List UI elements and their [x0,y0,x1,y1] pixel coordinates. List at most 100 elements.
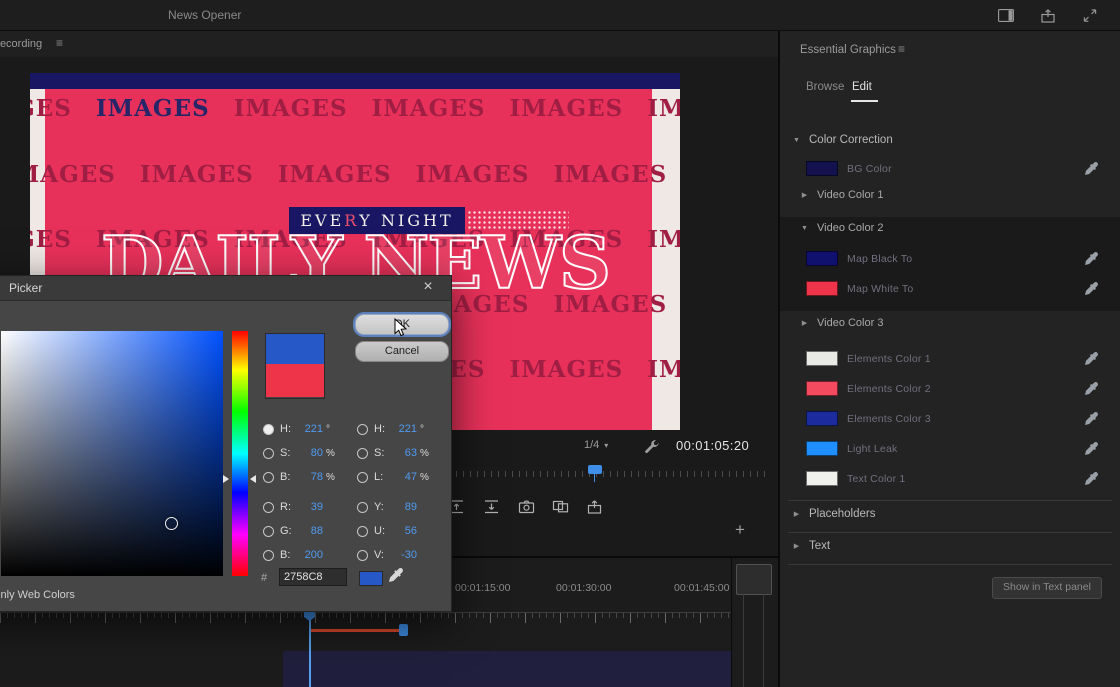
eyedropper-icon[interactable] [1085,472,1098,485]
field-red[interactable]: R: 39 [263,500,338,514]
timeline-selected-clip-bar[interactable] [310,629,402,632]
field-value[interactable]: 80 [296,447,323,459]
close-icon[interactable]: × [419,278,437,296]
radio-button[interactable] [357,448,368,459]
color-swatch[interactable] [806,411,838,426]
field-value[interactable]: 63 [390,447,417,459]
color-swatch[interactable] [806,381,838,396]
hue-slider-arrow-right[interactable] [250,475,256,483]
field-value[interactable]: 47 [390,471,417,483]
field-value[interactable]: 89 [390,501,417,513]
field-value[interactable]: 88 [296,525,323,537]
field-yuv-y[interactable]: Y: 89 [357,500,432,514]
group-video-color-1[interactable]: ▶ Video Color 1 [800,189,883,201]
field-green[interactable]: G: 88 [263,524,338,538]
timeline-ruler[interactable] [0,612,731,624]
radio-button[interactable] [357,502,368,513]
field-hsl-s[interactable]: S: 63 % [357,446,432,460]
color-swatch[interactable] [806,251,838,266]
radio-button[interactable] [357,424,368,435]
fullscreen-icon[interactable] [1082,8,1098,23]
saturation-brightness-field[interactable] [1,331,223,576]
tab-edit[interactable]: Edit [852,81,872,93]
field-value[interactable]: 221 [296,423,323,435]
field-value[interactable]: 78 [296,471,323,483]
workspace-icon[interactable] [998,8,1014,23]
chevron-down-icon[interactable]: ▼ [792,137,801,144]
hex-input[interactable] [279,568,347,586]
export-frame-icon[interactable] [518,499,535,514]
panel-menu-icon[interactable]: ≡ [56,36,63,50]
chevron-right-icon[interactable]: ▶ [800,191,809,199]
row-text-color-1[interactable]: Text Color 1 [806,470,905,487]
field-value[interactable]: -30 [390,549,417,561]
color-swatch[interactable] [806,351,838,366]
tab-recording[interactable]: Recording [0,38,42,50]
radio-button[interactable] [357,550,368,561]
section-color-correction[interactable]: ▼ Color Correction [792,134,893,146]
comparison-view-icon[interactable] [552,499,569,514]
field-value[interactable]: 39 [296,501,323,513]
color-field-selector[interactable] [165,517,178,530]
radio-button[interactable] [263,472,274,483]
cancel-button[interactable]: Cancel [355,341,449,362]
eyedropper-icon[interactable] [1085,352,1098,365]
field-hsl-l[interactable]: L: 47 % [357,470,432,484]
share-export-icon[interactable] [1040,8,1056,23]
field-hsl-h[interactable]: H: 221 ° [357,422,432,436]
color-swatch[interactable] [806,441,838,456]
timeline-clip-handle[interactable] [399,624,408,636]
field-hue[interactable]: H: 221 ° [263,422,338,436]
radio-button[interactable] [263,448,274,459]
chevron-down-icon[interactable]: ▼ [800,225,809,232]
field-yuv-u[interactable]: U: 56 [357,524,432,538]
hue-slider-arrow-left[interactable] [223,475,229,483]
eyedropper-icon[interactable] [1085,412,1098,425]
current-timecode[interactable]: 00:01:05:20 [676,438,749,453]
row-elements-color-3[interactable]: Elements Color 3 [806,410,931,427]
section-placeholders[interactable]: ▶ Placeholders [792,508,875,520]
settings-wrench-icon[interactable] [645,440,659,454]
only-web-colors-label[interactable]: Only Web Colors [0,589,75,601]
panel-menu-icon[interactable]: ≡ [898,42,905,56]
dialog-title-bar[interactable]: Picker × [0,276,451,301]
hue-slider[interactable] [232,331,248,576]
eyedropper-icon[interactable] [1085,282,1098,295]
row-map-white-to[interactable]: Map White To [806,280,913,297]
button-editor-plus[interactable]: + [735,520,745,540]
eyedropper-icon[interactable] [1085,252,1098,265]
timeline-scrollbar-thumb[interactable] [736,564,772,595]
color-swatch[interactable] [806,471,838,486]
color-swatch[interactable] [806,161,838,176]
field-value[interactable]: 221 [390,423,417,435]
radio-button[interactable] [263,550,274,561]
tab-browse[interactable]: Browse [806,81,844,93]
row-elements-color-1[interactable]: Elements Color 1 [806,350,931,367]
extract-icon[interactable] [483,499,500,514]
show-in-text-panel-button[interactable]: Show in Text panel [992,577,1102,599]
radio-button[interactable] [263,424,274,435]
row-elements-color-2[interactable]: Elements Color 2 [806,380,931,397]
field-yuv-v[interactable]: V: -30 [357,548,432,562]
section-text[interactable]: ▶ Text [792,540,830,552]
monitor-playhead-handle[interactable] [588,465,602,474]
radio-button[interactable] [357,526,368,537]
field-value[interactable]: 56 [390,525,417,537]
field-brightness[interactable]: B: 78 % [263,470,338,484]
eyedropper-icon[interactable] [1085,162,1098,175]
radio-button[interactable] [263,526,274,537]
playback-resolution-select[interactable]: 1/4 ▾ [584,439,608,451]
export-icon[interactable] [586,499,603,514]
chevron-right-icon[interactable]: ▶ [792,542,801,550]
radio-button[interactable] [263,502,274,513]
field-value[interactable]: 200 [296,549,323,561]
row-bg-color[interactable]: BG Color [806,160,892,177]
group-video-color-3[interactable]: ▶ Video Color 3 [800,317,883,329]
chevron-right-icon[interactable]: ▶ [792,510,801,518]
row-light-leak[interactable]: Light Leak [806,440,897,457]
chevron-right-icon[interactable]: ▶ [800,319,809,327]
color-swatch[interactable] [806,281,838,296]
eyedropper-icon[interactable] [389,568,403,582]
eyedropper-icon[interactable] [1085,382,1098,395]
group-video-color-2[interactable]: ▼ Video Color 2 [800,222,883,234]
